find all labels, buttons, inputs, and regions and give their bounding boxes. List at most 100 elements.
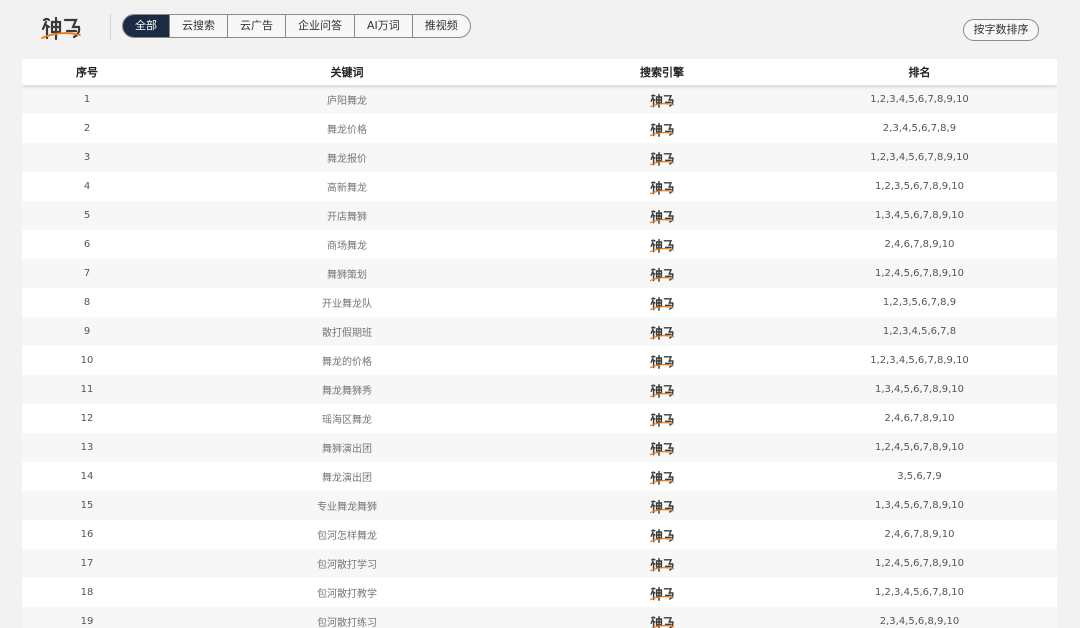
table-row: 11 舞龙舞狮秀 1,3,4,5,6,7,8,9,10 bbox=[22, 375, 1057, 404]
row-keyword: 舞龙报价 bbox=[327, 154, 367, 165]
row-keyword: 瑶海区舞龙 bbox=[322, 415, 372, 426]
table-header: 序号 关键词 搜索引擎 排名 bbox=[22, 59, 1057, 85]
row-rank: 2,4,6,7,8,9,10 bbox=[884, 529, 955, 540]
sort-by-length-button[interactable]: 按字数排序 bbox=[963, 19, 1039, 41]
row-index: 14 bbox=[80, 471, 94, 482]
table-row: 12 瑶海区舞龙 2,4,6,7,8,9,10 bbox=[22, 404, 1057, 433]
header-divider bbox=[110, 14, 111, 40]
row-rank: 1,2,4,5,6,7,8,9,10 bbox=[874, 442, 965, 453]
column-header-rank: 排名 bbox=[908, 66, 931, 79]
row-index: 4 bbox=[83, 181, 91, 192]
row-rank: 1,2,3,5,6,7,8,9,10 bbox=[874, 181, 965, 192]
row-rank: 1,2,3,5,6,7,8,9 bbox=[882, 297, 957, 308]
tab-cloud-ads[interactable]: 云广告 bbox=[228, 15, 286, 37]
shenma-logo-icon bbox=[542, 468, 782, 486]
tab-cloud-search[interactable]: 云搜索 bbox=[170, 15, 228, 37]
row-index: 12 bbox=[80, 413, 94, 424]
row-rank: 2,4,6,7,8,9,10 bbox=[884, 239, 955, 250]
row-index: 3 bbox=[83, 152, 91, 163]
table-row: 18 包河散打教学 1,2,3,4,5,6,7,8,10 bbox=[22, 578, 1057, 607]
row-index: 1 bbox=[83, 94, 91, 105]
column-header-keyword: 关键词 bbox=[330, 66, 364, 79]
tab-enterprise-qa[interactable]: 企业问答 bbox=[286, 15, 355, 37]
row-keyword: 商场舞龙 bbox=[327, 241, 367, 252]
row-keyword: 专业舞龙舞狮 bbox=[317, 502, 377, 513]
row-index: 16 bbox=[80, 529, 94, 540]
row-rank: 3,5,6,7,9 bbox=[897, 471, 942, 482]
shenma-logo-icon bbox=[542, 236, 782, 254]
row-rank: 1,2,4,5,6,7,8,9,10 bbox=[874, 268, 965, 279]
top-bar: 全部 云搜索 云广告 企业问答 AI万词 推视频 按字数排序 bbox=[0, 0, 1080, 54]
table-row: 1 庐阳舞龙 1,2,3,4,5,6,7,8,9,10 bbox=[22, 85, 1057, 114]
shenma-logo-icon bbox=[542, 584, 782, 602]
row-rank: 2,4,6,7,8,9,10 bbox=[884, 413, 955, 424]
row-index: 6 bbox=[83, 239, 91, 250]
shenma-logo-icon bbox=[542, 91, 782, 109]
shenma-logo-icon bbox=[542, 613, 782, 628]
row-index: 17 bbox=[80, 558, 94, 569]
tab-all[interactable]: 全部 bbox=[123, 15, 170, 37]
row-keyword: 开业舞龙队 bbox=[322, 299, 372, 310]
table-row: 5 开店舞狮 1,3,4,5,6,7,8,9,10 bbox=[22, 201, 1057, 230]
shenma-logo-icon bbox=[542, 120, 782, 138]
row-rank: 2,3,4,5,6,8,9,10 bbox=[879, 616, 960, 627]
row-index: 19 bbox=[80, 616, 94, 627]
row-keyword: 舞龙的价格 bbox=[322, 357, 372, 368]
table-row: 15 专业舞龙舞狮 1,3,4,5,6,7,8,9,10 bbox=[22, 491, 1057, 520]
shenma-logo-icon bbox=[542, 265, 782, 283]
row-index: 5 bbox=[83, 210, 91, 221]
row-rank: 1,3,4,5,6,7,8,9,10 bbox=[874, 384, 965, 395]
row-index: 10 bbox=[80, 355, 94, 366]
shenma-logo-icon bbox=[542, 352, 782, 370]
shenma-logo-icon bbox=[542, 323, 782, 341]
row-keyword: 包河散打练习 bbox=[317, 618, 377, 628]
table-row: 19 包河散打练习 2,3,4,5,6,8,9,10 bbox=[22, 607, 1057, 628]
shenma-logo-icon bbox=[542, 178, 782, 196]
row-keyword: 包河散打教学 bbox=[317, 589, 377, 600]
row-index: 7 bbox=[83, 268, 91, 279]
category-tabs: 全部 云搜索 云广告 企业问答 AI万词 推视频 bbox=[122, 14, 471, 38]
row-keyword: 包河散打学习 bbox=[317, 560, 377, 571]
row-rank: 1,3,4,5,6,7,8,9,10 bbox=[874, 500, 965, 511]
row-index: 13 bbox=[80, 442, 94, 453]
row-keyword: 舞龙舞狮秀 bbox=[322, 386, 372, 397]
row-keyword: 庐阳舞龙 bbox=[327, 96, 367, 107]
shenma-logo-icon bbox=[542, 381, 782, 399]
tab-push-video[interactable]: 推视频 bbox=[413, 15, 470, 37]
row-index: 15 bbox=[80, 500, 94, 511]
row-rank: 1,2,3,4,5,6,7,8,9,10 bbox=[870, 94, 969, 105]
table-row: 17 包河散打学习 1,2,4,5,6,7,8,9,10 bbox=[22, 549, 1057, 578]
shenma-logo-icon bbox=[542, 555, 782, 573]
row-rank: 1,2,3,4,5,6,7,8 bbox=[882, 326, 957, 337]
shenma-logo-icon bbox=[542, 149, 782, 167]
table-row: 10 舞龙的价格 1,2,3,4,5,6,7,8,9,10 bbox=[22, 346, 1057, 375]
row-index: 2 bbox=[83, 123, 91, 134]
shenma-logo-icon bbox=[542, 439, 782, 457]
shenma-logo-icon bbox=[542, 526, 782, 544]
shenma-logo-icon bbox=[542, 410, 782, 428]
row-rank: 1,2,3,4,5,6,7,8,9,10 bbox=[870, 355, 969, 366]
shenma-logo-icon[interactable] bbox=[38, 12, 84, 42]
column-header-engine: 搜索引擎 bbox=[640, 66, 684, 79]
column-header-index: 序号 bbox=[76, 66, 98, 79]
row-keyword: 包河怎样舞龙 bbox=[317, 531, 377, 542]
ranking-table: 序号 关键词 搜索引擎 排名 1 庐阳舞龙 1,2,3,4,5,6,7,8,9,10… bbox=[22, 59, 1057, 628]
row-index: 9 bbox=[83, 326, 91, 337]
shenma-logo-icon bbox=[542, 294, 782, 312]
row-keyword: 高新舞龙 bbox=[327, 183, 367, 194]
row-index: 8 bbox=[83, 297, 91, 308]
row-keyword: 开店舞狮 bbox=[327, 212, 367, 223]
table-body: 1 庐阳舞龙 1,2,3,4,5,6,7,8,9,10 2 舞龙价格 2,3,4,5,6,… bbox=[22, 85, 1057, 628]
row-keyword: 舞狮策划 bbox=[327, 270, 367, 281]
row-rank: 1,2,3,4,5,6,7,8,10 bbox=[874, 587, 965, 598]
table-row: 9 散打假期班 1,2,3,4,5,6,7,8 bbox=[22, 317, 1057, 346]
row-keyword: 舞狮演出团 bbox=[322, 444, 372, 455]
shenma-logo-icon bbox=[542, 497, 782, 515]
tab-ai-keywords[interactable]: AI万词 bbox=[355, 15, 413, 37]
row-keyword: 舞龙价格 bbox=[327, 125, 367, 136]
table-row: 6 商场舞龙 2,4,6,7,8,9,10 bbox=[22, 230, 1057, 259]
table-row: 4 高新舞龙 1,2,3,5,6,7,8,9,10 bbox=[22, 172, 1057, 201]
table-row: 8 开业舞龙队 1,2,3,5,6,7,8,9 bbox=[22, 288, 1057, 317]
row-rank: 1,2,4,5,6,7,8,9,10 bbox=[874, 558, 965, 569]
row-rank: 1,2,3,4,5,6,7,8,9,10 bbox=[870, 152, 969, 163]
